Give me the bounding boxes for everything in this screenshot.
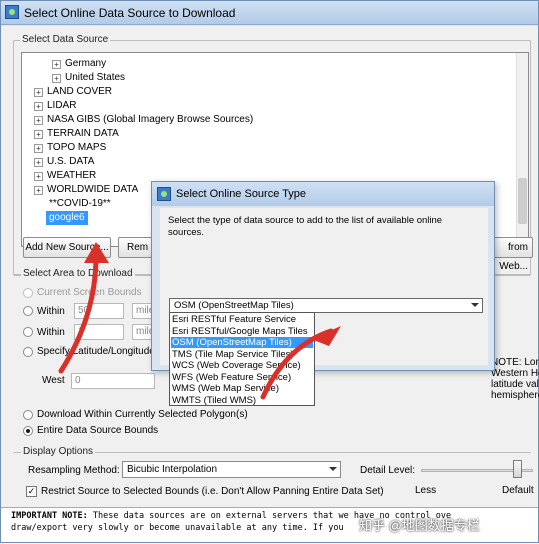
- note-line-2: Western He: [491, 368, 539, 379]
- source-type-dialog-titlebar: Select Online Source Type: [152, 182, 494, 206]
- source-type-option[interactable]: WCS (Web Coverage Service): [171, 360, 313, 371]
- resampling-select[interactable]: Bicubic Interpolation: [122, 461, 341, 478]
- display-options-label: Display Options: [21, 446, 96, 457]
- tree-item-label: TOPO MAPS: [47, 142, 107, 153]
- tree-item[interactable]: + U.S. DATA: [34, 155, 94, 169]
- within-radio-2[interactable]: [23, 327, 33, 337]
- add-new-source-button[interactable]: Add New Source...: [23, 237, 111, 258]
- tree-item[interactable]: + Germany: [52, 57, 106, 71]
- resampling-label: Resampling Method:: [28, 465, 120, 476]
- within-label-1: Within: [37, 306, 65, 317]
- expand-icon[interactable]: +: [52, 60, 61, 69]
- globe-icon: [5, 5, 19, 19]
- expand-icon[interactable]: +: [34, 88, 43, 97]
- note-prefix: IMPORTANT NOTE:: [11, 511, 88, 521]
- tree-item-label: Germany: [65, 58, 107, 69]
- chevron-down-icon: [329, 467, 337, 471]
- detail-slider-thumb[interactable]: [513, 460, 523, 478]
- restrict-label: Restrict Source to Selected Bounds (i.e.…: [41, 486, 384, 497]
- source-type-select[interactable]: OSM (OpenStreetMap Tiles): [169, 298, 483, 313]
- source-type-option[interactable]: WMTS (Tiled WMS): [171, 395, 313, 406]
- specify-latlon-label: Specify Latitude/Longitude: [37, 346, 155, 357]
- tree-item-label: U.S. DATA: [47, 156, 95, 167]
- current-screen-radio[interactable]: [23, 288, 33, 298]
- source-type-dialog-title: Select Online Source Type: [176, 188, 307, 200]
- polygon-radio[interactable]: [23, 410, 33, 420]
- west-input[interactable]: 0: [71, 373, 155, 389]
- expand-icon[interactable]: +: [34, 130, 43, 139]
- tree-item[interactable]: + TERRAIN DATA: [34, 127, 119, 141]
- current-screen-label: Current Screen Bounds: [37, 287, 142, 298]
- note-line-4: hemisphere: [491, 390, 539, 401]
- tree-item[interactable]: + TOPO MAPS: [34, 141, 106, 155]
- entire-bounds-label: Entire Data Source Bounds: [37, 425, 159, 436]
- tree-item[interactable]: google6: [46, 211, 88, 225]
- tree-item[interactable]: + LAND COVER: [34, 85, 112, 99]
- resampling-value: Bicubic Interpolation: [127, 464, 218, 475]
- tree-item-label: WORLDWIDE DATA: [47, 184, 139, 195]
- expand-icon[interactable]: +: [34, 102, 43, 111]
- tree-item[interactable]: + NASA GIBS (Global Imagery Browse Source…: [34, 113, 253, 127]
- expand-icon[interactable]: +: [34, 186, 43, 195]
- expand-icon[interactable]: +: [34, 172, 43, 181]
- detail-level-label: Detail Level:: [360, 465, 416, 476]
- within-label-2: Within: [37, 327, 65, 338]
- expand-icon[interactable]: +: [34, 158, 43, 167]
- chevron-down-icon: [471, 303, 479, 307]
- source-type-option[interactable]: WFS (Web Feature Service): [171, 372, 313, 383]
- detail-default-label: Default: [502, 485, 534, 496]
- within-distance-2[interactable]: 1: [74, 324, 124, 340]
- globe-icon: [157, 187, 171, 201]
- tree-item-label: LAND COVER: [47, 86, 113, 97]
- expand-icon[interactable]: +: [34, 144, 43, 153]
- source-type-description: Select the type of data source to add to…: [168, 215, 443, 238]
- window-title: Select Online Data Source to Download: [24, 6, 236, 20]
- watermark: 知乎 @地图数据专栏: [359, 518, 480, 533]
- note-line-3: latitude valu: [491, 379, 539, 390]
- data-source-group-label: Select Data Source: [20, 34, 111, 45]
- expand-icon[interactable]: +: [34, 116, 43, 125]
- polygon-label: Download Within Currently Selected Polyg…: [37, 409, 248, 420]
- entire-bounds-radio[interactable]: [23, 426, 33, 436]
- source-type-option[interactable]: WMS (Web Map Service): [171, 383, 313, 394]
- tree-item-label: United States: [65, 72, 126, 83]
- restrict-checkbox[interactable]: ✓: [26, 486, 37, 497]
- tree-item-label: LIDAR: [47, 100, 77, 111]
- tree-item[interactable]: + LIDAR: [34, 99, 76, 113]
- detail-less-label: Less: [415, 485, 437, 496]
- tree-item-label: **COVID-19**: [49, 198, 111, 209]
- source-type-option[interactable]: TMS (Tile Map Service Tiles): [171, 349, 313, 360]
- tree-item-label: NASA GIBS (Global Imagery Browse Sources…: [47, 114, 254, 125]
- tree-item[interactable]: + WORLDWIDE DATA: [34, 183, 138, 197]
- specify-latlon-radio[interactable]: [23, 347, 33, 357]
- within-distance-1[interactable]: 50: [74, 303, 124, 319]
- remove-source-button[interactable]: Rem: [118, 237, 152, 258]
- source-type-option[interactable]: Esri RESTful Feature Service: [171, 314, 313, 325]
- note-line-1: NOTE: Lon: [491, 357, 539, 368]
- tree-item-label: WEATHER: [47, 170, 97, 181]
- tree-scroll-thumb[interactable]: [518, 178, 527, 224]
- tree-item[interactable]: **COVID-19**: [49, 197, 111, 211]
- source-type-options[interactable]: Esri RESTful Feature Service Esri RESTful…: [169, 312, 315, 406]
- tree-item-label: google6: [49, 212, 85, 223]
- add-from-web-button[interactable]: from Web...: [489, 237, 533, 272]
- main-window: Select Online Data Source to Download Se…: [0, 0, 539, 543]
- tree-item[interactable]: + WEATHER: [34, 169, 96, 183]
- source-type-option[interactable]: OSM (OpenStreetMap Tiles): [171, 337, 313, 349]
- source-type-option[interactable]: Esri RESTful/Google Maps Tiles: [171, 326, 313, 337]
- source-type-selected: OSM (OpenStreetMap Tiles): [174, 300, 294, 311]
- expand-icon[interactable]: +: [52, 74, 61, 83]
- west-label: West: [42, 375, 65, 386]
- within-radio-1[interactable]: [23, 306, 33, 316]
- tree-item[interactable]: + United States: [52, 71, 125, 85]
- title-bar: Select Online Data Source to Download: [1, 1, 538, 25]
- area-group-label: Select Area to Download: [21, 268, 135, 279]
- tree-item-label: TERRAIN DATA: [47, 128, 119, 139]
- tree-scrollbar[interactable]: [516, 53, 528, 246]
